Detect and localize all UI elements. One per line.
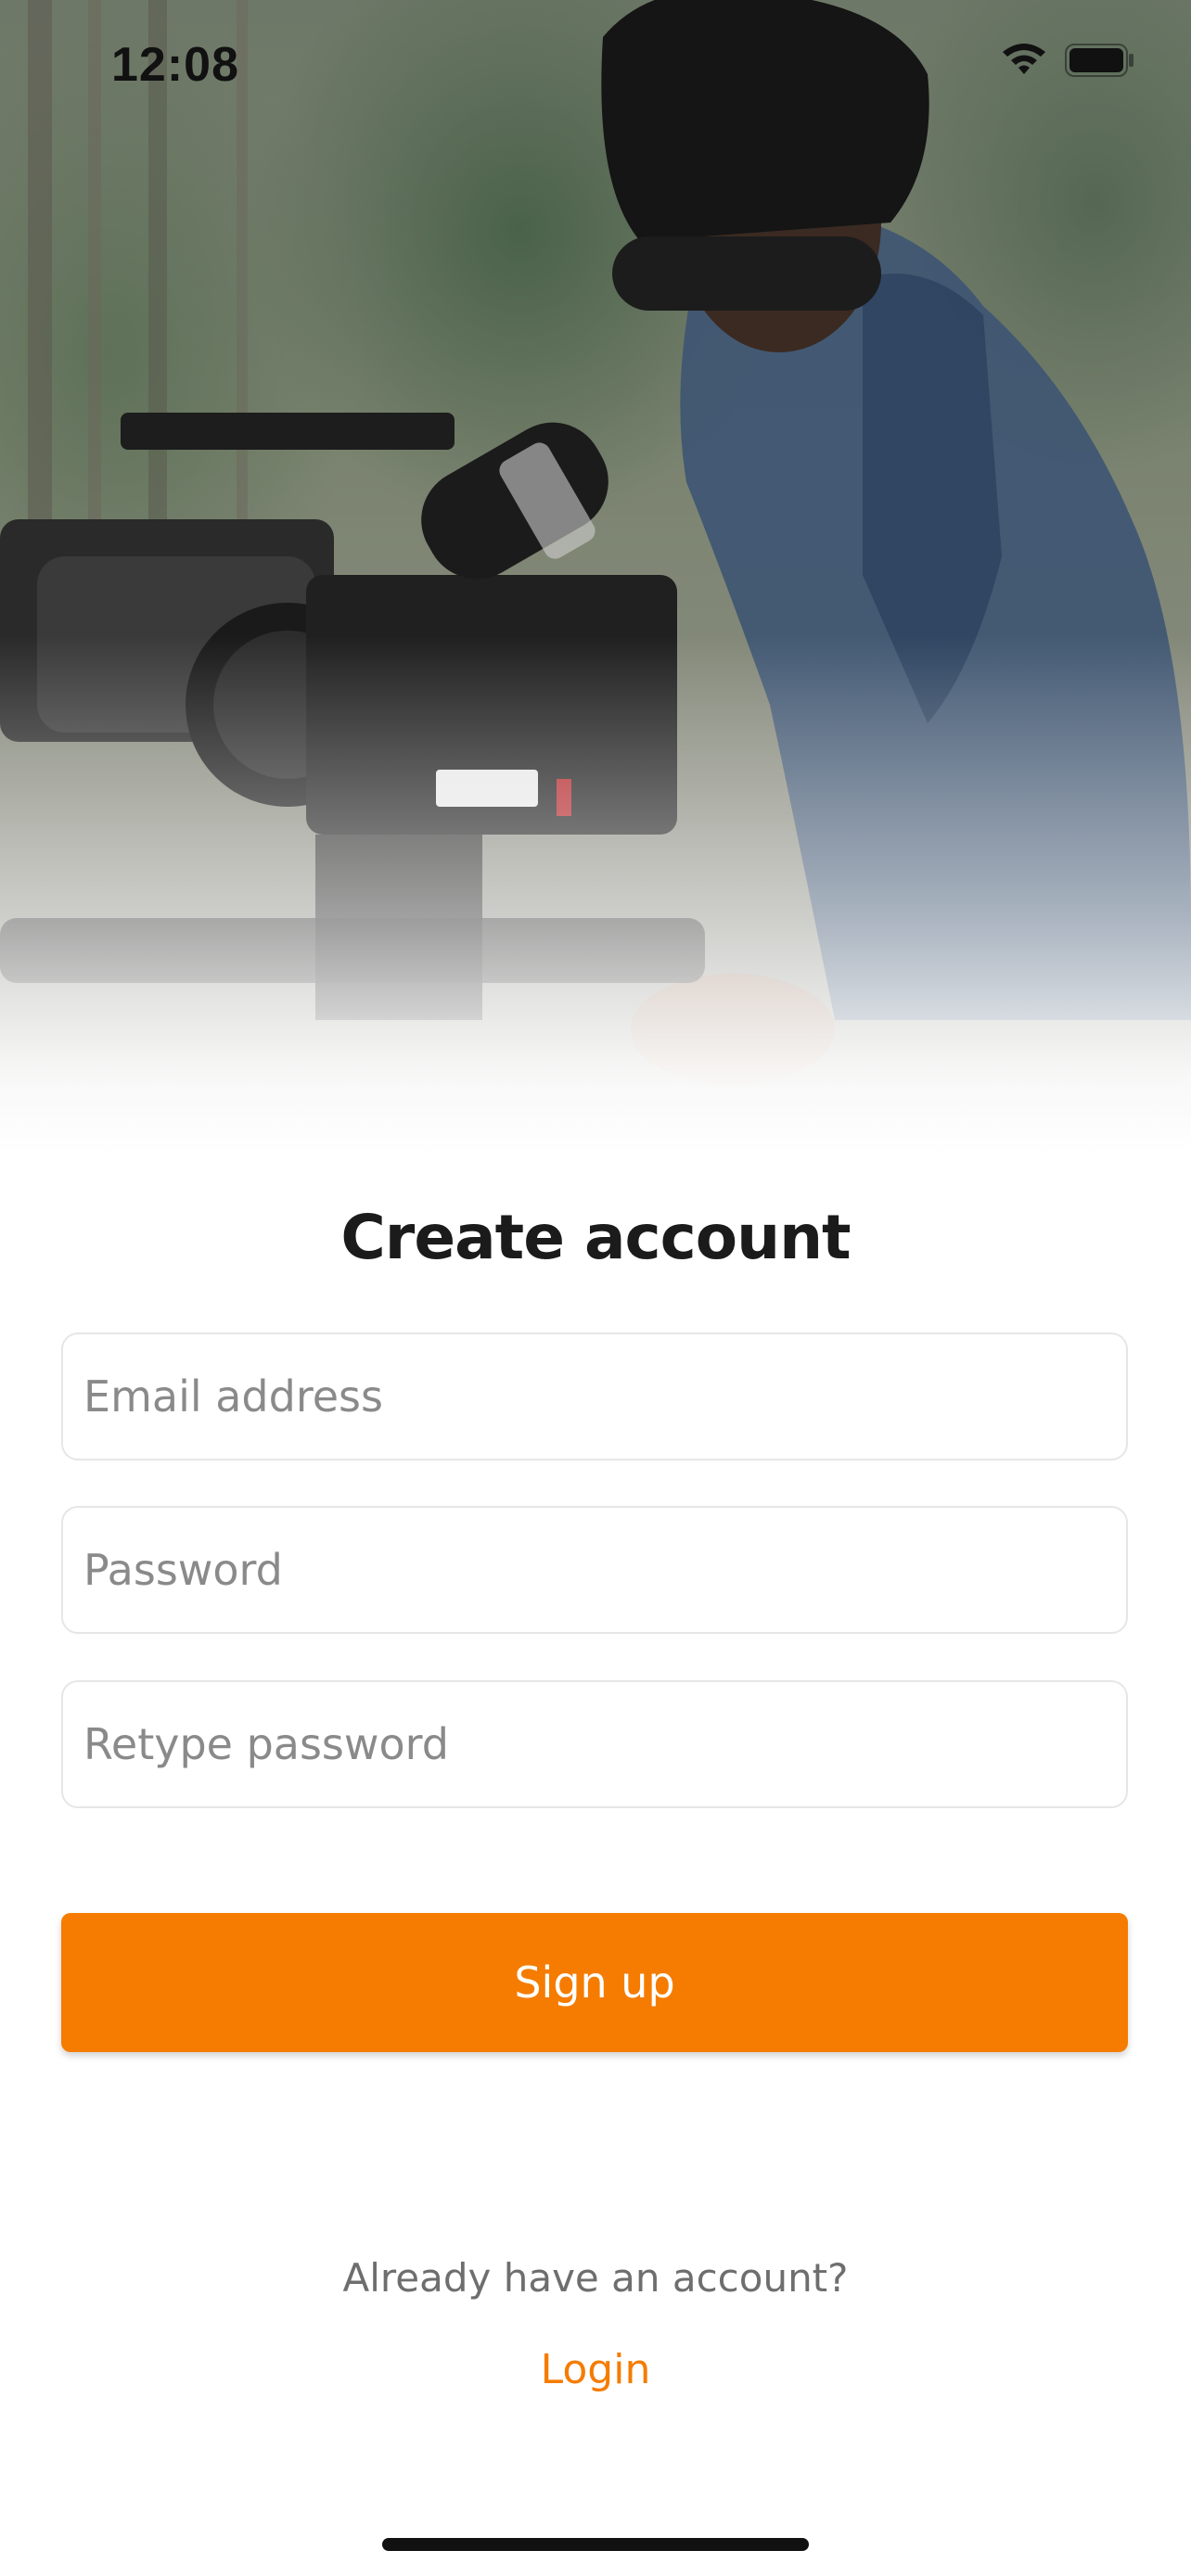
home-indicator[interactable] <box>382 2538 809 2551</box>
status-bar: 12:08 <box>0 0 1191 130</box>
retype-password-input[interactable] <box>63 1682 1126 1806</box>
status-time: 12:08 <box>111 38 239 92</box>
signup-button[interactable]: Sign up <box>61 1913 1128 2052</box>
wifi-icon <box>1003 44 1045 74</box>
signup-screen: 12:08 Create account Sign up Already hav… <box>0 0 1191 2576</box>
hero-photo <box>0 0 1191 1154</box>
password-field[interactable] <box>61 1506 1128 1634</box>
login-link[interactable]: Login <box>503 2346 688 2393</box>
battery-icon <box>1065 44 1133 77</box>
password-input[interactable] <box>63 1508 1126 1632</box>
page-title: Create account <box>340 1202 851 1273</box>
email-field[interactable] <box>61 1333 1128 1460</box>
retype-password-field[interactable] <box>61 1680 1128 1808</box>
email-input[interactable] <box>63 1334 1126 1459</box>
already-have-account-text: Already have an account? <box>342 2255 849 2301</box>
status-icons <box>1000 43 1135 78</box>
hero-fade-overlay <box>0 635 1191 1154</box>
